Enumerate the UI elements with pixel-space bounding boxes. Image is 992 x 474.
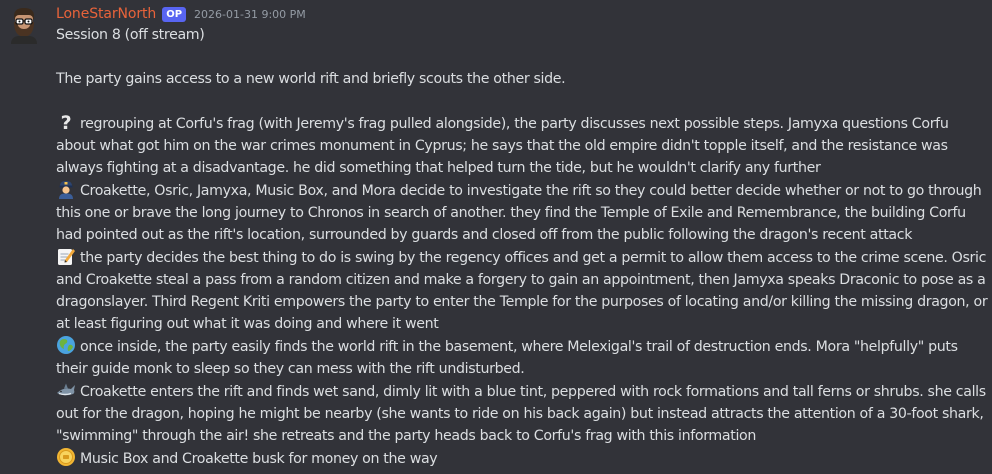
svg-text:?: ? — [61, 112, 72, 132]
message-header: LoneStarNorth OP 2026-01-31 9:00 PM — [56, 4, 306, 24]
author-name[interactable]: LoneStarNorth — [56, 6, 156, 22]
entry-item: Music Box and Croakette busk for money o… — [56, 447, 988, 470]
message-intro: The party gains access to a new world ri… — [56, 71, 566, 87]
message-content: Session 8 (off stream) The party gains a… — [56, 24, 988, 470]
message-title-line: Session 8 (off stream) — [56, 27, 205, 43]
memo-icon[interactable] — [56, 246, 76, 266]
entry-item: Croakette, Osric, Jamyxa, Music Box, and… — [56, 179, 988, 246]
coin-icon[interactable] — [56, 447, 76, 467]
entry-text: Music Box and Croakette busk for money o… — [80, 451, 438, 467]
avatar[interactable] — [8, 6, 40, 44]
chat-message: LoneStarNorth OP 2026-01-31 9:00 PM Sess… — [0, 0, 992, 474]
entry-item: the party decides the best thing to do i… — [56, 246, 988, 335]
op-badge: OP — [162, 6, 187, 22]
entry-text: regrouping at Corfu's frag (with Jeremy'… — [56, 116, 949, 176]
entry-item: Croakette enters the rift and finds wet … — [56, 380, 988, 447]
entry-text: once inside, the party easily finds the … — [56, 339, 958, 377]
entry-item: once inside, the party easily finds the … — [56, 335, 988, 380]
entry-text: the party decides the best thing to do i… — [56, 250, 988, 332]
globe-icon[interactable] — [56, 335, 76, 355]
guard-icon[interactable] — [56, 179, 76, 199]
question-mark-icon[interactable]: ? — [56, 112, 76, 132]
entry-item: ? regrouping at Corfu's frag (with Jerem… — [56, 112, 988, 179]
entry-text: Croakette, Osric, Jamyxa, Music Box, and… — [56, 183, 982, 243]
entry-text: Croakette enters the rift and finds wet … — [56, 384, 986, 444]
shark-icon[interactable] — [56, 380, 76, 400]
message-timestamp[interactable]: 2026-01-31 9:00 PM — [194, 8, 306, 21]
